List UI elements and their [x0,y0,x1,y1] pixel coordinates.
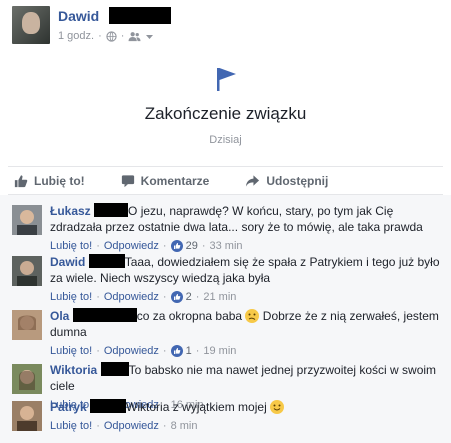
comment-time[interactable]: 21 min [203,289,236,305]
share-button[interactable]: Udostępnij [245,174,328,188]
author-name[interactable]: Dawid [58,8,99,24]
author-avatar[interactable] [12,6,50,44]
commenter-avatar[interactable] [12,401,42,431]
redacted-surname [72,308,137,322]
commenter-name[interactable]: Łukasz [50,204,91,218]
like-reaction-icon [170,345,183,357]
share-icon [246,175,260,187]
commenter-name[interactable]: Ola [50,309,69,323]
like-count[interactable]: 2 [170,289,192,305]
like-count[interactable]: 1 [170,343,192,359]
commenter-name[interactable]: Wiktoria [50,363,97,377]
comment-like-link[interactable]: Lubię to! [50,289,92,305]
separator: · [98,30,102,42]
share-label: Udostępnij [266,174,329,188]
separator: · [120,30,125,42]
comment-time[interactable]: 8 min [171,418,198,434]
commenter-avatar[interactable] [12,256,42,286]
post-time[interactable]: 1 godz. [58,30,94,42]
like-reaction-icon [170,240,183,252]
life-event-title: Zakończenie związku [144,104,307,123]
commenter-avatar[interactable] [12,205,42,235]
life-event-date: Dzisiaj [209,134,242,146]
comment-reply-link[interactable]: Odpowiedz [104,289,159,305]
divider [8,166,443,167]
redacted-surname [100,362,129,376]
post-header: Dawid 1 godz. · · [12,6,442,50]
like-label: Lubię to! [34,174,85,188]
commenter-avatar[interactable] [12,364,42,394]
thumbs-up-icon [14,175,28,188]
like-count[interactable]: 29 [170,238,198,254]
comment-like-link[interactable]: Lubię to! [50,418,92,434]
comment-like-link[interactable]: Lubię to! [50,238,92,254]
comment-reply-link[interactable]: Odpowiedz [104,418,159,434]
redacted-surname [109,7,171,24]
like-reaction-icon [170,291,183,303]
smile-emoji-icon [270,400,285,414]
globe-icon [106,30,117,42]
commenter-name[interactable]: Patryk [50,400,87,414]
comment-reply-link[interactable]: Odpowiedz [104,238,159,254]
commenter-name[interactable]: Dawid [50,255,85,269]
redacted-surname [88,254,125,268]
redacted-surname [94,203,129,217]
flag-icon [217,68,236,91]
commenter-avatar[interactable] [12,310,42,340]
comment-time[interactable]: 19 min [203,343,236,359]
comment-button[interactable]: Komentarze [121,174,210,188]
comment-icon [121,175,134,188]
redacted-surname [90,399,127,413]
comment-time[interactable]: 33 min [210,238,243,254]
comment-reply-link[interactable]: Odpowiedz [104,343,159,359]
confused-emoji-icon [245,309,260,323]
like-button[interactable]: Lubię to! [14,174,85,188]
post-meta: 1 godz. · · [58,30,154,42]
comment-like-link[interactable]: Lubię to! [50,343,92,359]
comment-text-start: co za okropna baba [136,309,243,323]
comment-label: Komentarze [140,174,210,188]
dropdown-icon[interactable] [145,31,154,42]
action-bar: Lubię to! Komentarze Udostępnij [8,168,443,194]
friends-icon[interactable] [128,31,141,42]
comment-text: Wiktoria z wyjątkiem mojej [126,400,267,414]
